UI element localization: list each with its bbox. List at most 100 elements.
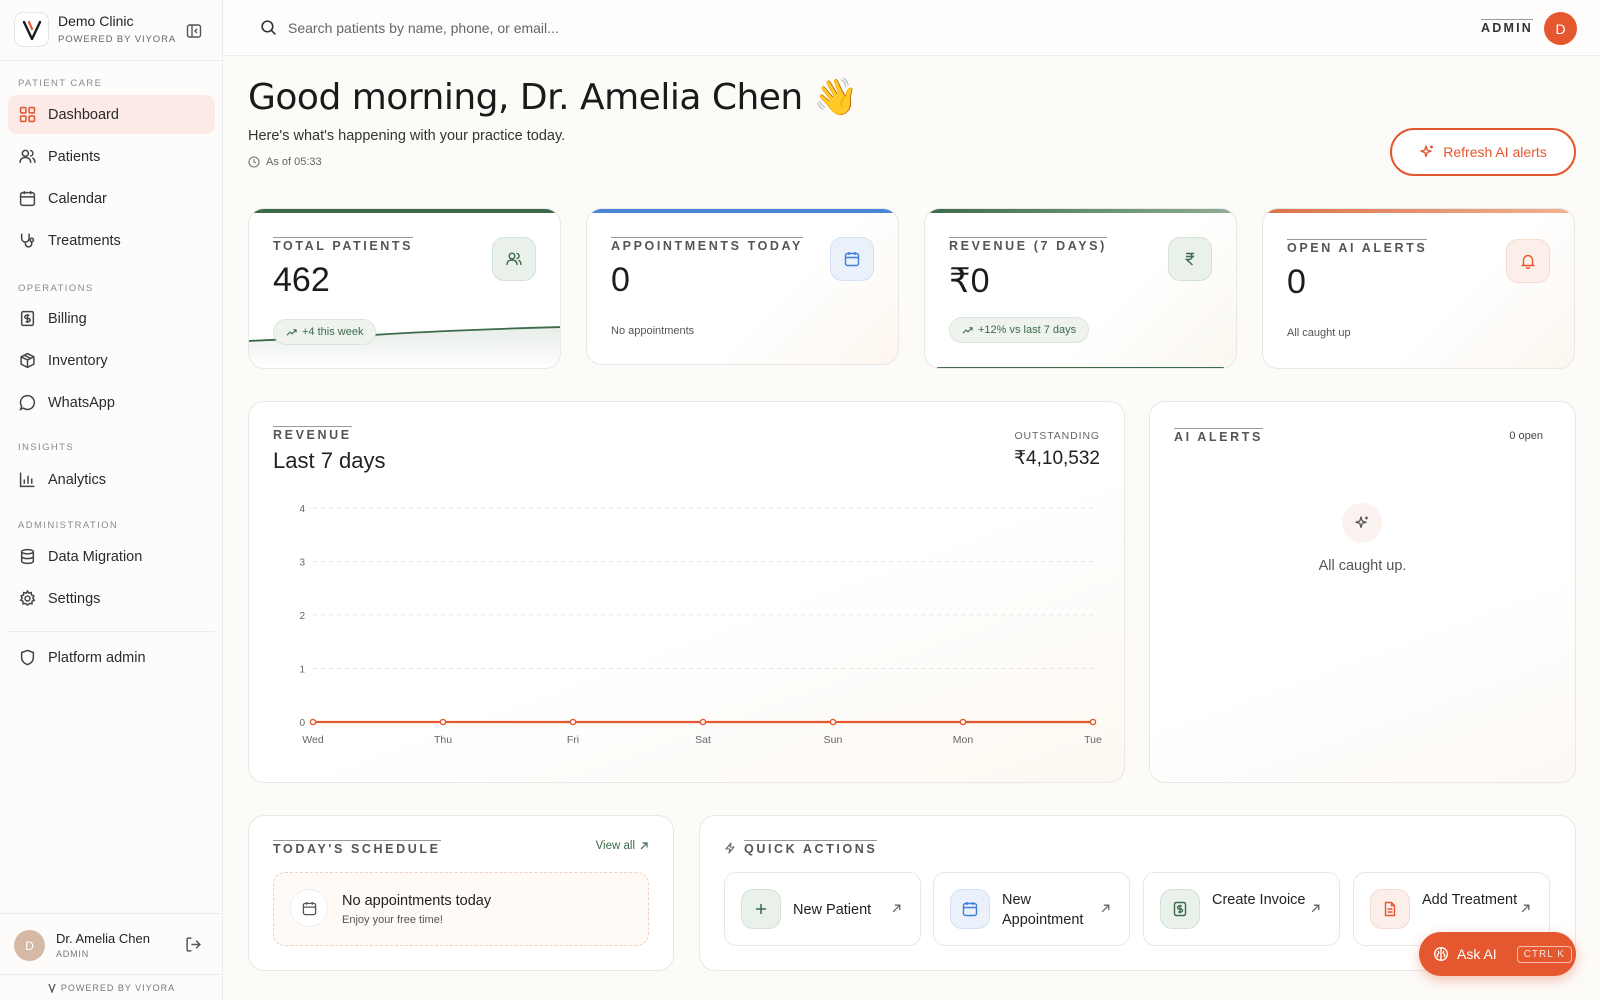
rupee-icon [1168,237,1212,281]
user-role: ADMIN [56,949,89,959]
outstanding-label: OUTSTANDING [1014,430,1100,442]
gear-icon [18,590,36,608]
stat-card-open-ai-alerts[interactable]: OPEN AI ALERTS 0 All caught up [1262,208,1575,369]
calendar-icon [18,190,36,208]
section-insights: INSIGHTS [18,442,75,453]
trend-text: +4 this week [302,326,364,338]
y-tick-label: 0 [299,718,305,729]
new-appointment-button[interactable]: New Appointment [933,872,1130,946]
data-point [1089,718,1097,726]
brain-icon [1433,946,1449,962]
schedule-empty-subtitle: Enjoy your free time! [342,914,443,926]
data-point [309,718,317,726]
sidebar-item-label: Treatments [48,232,121,249]
package-icon [18,352,36,370]
data-point [699,718,707,726]
users-icon [492,237,536,281]
arrow-up-right-icon [1100,903,1111,914]
file-icon [1370,889,1410,929]
sidebar-item-data-migration[interactable]: Data Migration [8,537,215,576]
stat-note: No appointments [611,325,695,337]
avatar[interactable]: D [1544,12,1577,45]
logout-icon[interactable] [185,936,202,953]
sidebar-item-treatments[interactable]: Treatments [8,221,215,260]
x-tick-label: Sat [695,734,711,746]
dashboard-icon [18,106,36,124]
y-tick-label: 1 [299,665,305,676]
schedule-empty-title: No appointments today [342,893,492,909]
new-patient-button[interactable]: New Patient [724,872,921,946]
x-tick-label: Mon [953,734,974,746]
arrow-up-right-icon [639,841,649,851]
sidebar-item-calendar[interactable]: Calendar [8,179,215,218]
page-subtitle: Here's what's happening with your practi… [248,128,566,144]
avatar[interactable]: D [14,930,45,961]
as-of-text: As of 05:33 [266,156,322,168]
search-input[interactable] [288,14,788,42]
section-operations: OPERATIONS [18,283,94,294]
stat-card-total-patients[interactable]: TOTAL PATIENTS 462 +4 this week [248,208,561,369]
sidebar-item-dashboard[interactable]: Dashboard [8,95,215,134]
y-tick-label: 4 [299,504,305,515]
sparkle-icon [1342,503,1382,543]
card-label: REVENUE [273,426,352,442]
revenue-baseline [937,366,1224,368]
sidebar-item-settings[interactable]: Settings [8,579,215,618]
revenue-title: Last 7 days [273,448,386,473]
sidebar-footer: POWERED BY VIYORA [0,974,223,1000]
quick-actions-header: QUICK ACTIONS [724,840,878,856]
plus-icon [741,889,781,929]
sidebar-item-platform-admin[interactable]: Platform admin [8,638,215,677]
stat-note: All caught up [1287,327,1351,339]
refresh-button-label: Refresh AI alerts [1443,144,1547,160]
view-all-link[interactable]: View all [596,840,649,852]
card-label: TODAY'S SCHEDULE [273,840,441,856]
user-name: Dr. Amelia Chen [56,931,150,946]
trending-up-icon [286,327,297,338]
sidebar-item-inventory[interactable]: Inventory [8,341,215,380]
billing-icon [1160,889,1200,929]
stat-accent-bar [925,209,1236,213]
ask-ai-label: Ask AI [1457,946,1497,962]
sidebar-item-whatsapp[interactable]: WhatsApp [8,383,215,422]
sidebar-item-label: Data Migration [48,548,143,565]
search-icon [260,19,277,36]
quick-action-label: New Patient [793,902,872,918]
sidebar-item-label: Analytics [48,471,107,488]
clock-icon [248,156,260,168]
section-patient-care: PATIENT CARE [18,78,103,89]
stat-label: TOTAL PATIENTS [273,237,414,253]
bell-icon [1506,239,1550,283]
stethoscope-icon [18,232,36,250]
message-icon [18,394,36,412]
stat-card-appointments-today[interactable]: APPOINTMENTS TODAY 0 No appointments [586,208,899,365]
data-point [959,718,967,726]
card-label: QUICK ACTIONS [744,840,878,856]
sidebar-item-patients[interactable]: Patients [8,137,215,176]
stat-value: 0 [1287,263,1306,301]
billing-icon [18,310,36,328]
sidebar-item-billing[interactable]: Billing [8,299,215,338]
stat-label: OPEN AI ALERTS [1287,239,1428,255]
bar-chart-icon [18,471,36,489]
create-invoice-button[interactable]: Create Invoice [1143,872,1340,946]
ai-alerts-card: AI ALERTS 0 open All caught up. [1149,401,1576,783]
stat-card-revenue-7-days[interactable]: REVENUE (7 DAYS) ₹0 +12% vs last 7 days [924,208,1237,369]
data-point [829,718,837,726]
sidebar-divider [8,631,215,632]
x-tick-label: Wed [302,734,324,746]
stat-accent-bar [1263,209,1574,213]
refresh-ai-alerts-button[interactable]: Refresh AI alerts [1390,128,1576,176]
ask-ai-button[interactable]: Ask AI CTRL K [1419,932,1576,976]
shield-icon [18,649,36,667]
users-icon [18,148,36,166]
arrow-up-right-icon [1520,903,1531,914]
sidebar-item-label: Settings [48,590,101,607]
trend-badge: +12% vs last 7 days [949,317,1090,343]
sidebar-item-label: Platform admin [48,649,146,666]
trending-up-icon [962,325,973,336]
revenue-card: REVENUE Last 7 days OUTSTANDING ₹4,10,53… [248,401,1125,783]
sidebar-collapse-icon[interactable] [184,21,204,41]
clinic-logo[interactable] [14,12,49,47]
sidebar-item-analytics[interactable]: Analytics [8,460,215,499]
